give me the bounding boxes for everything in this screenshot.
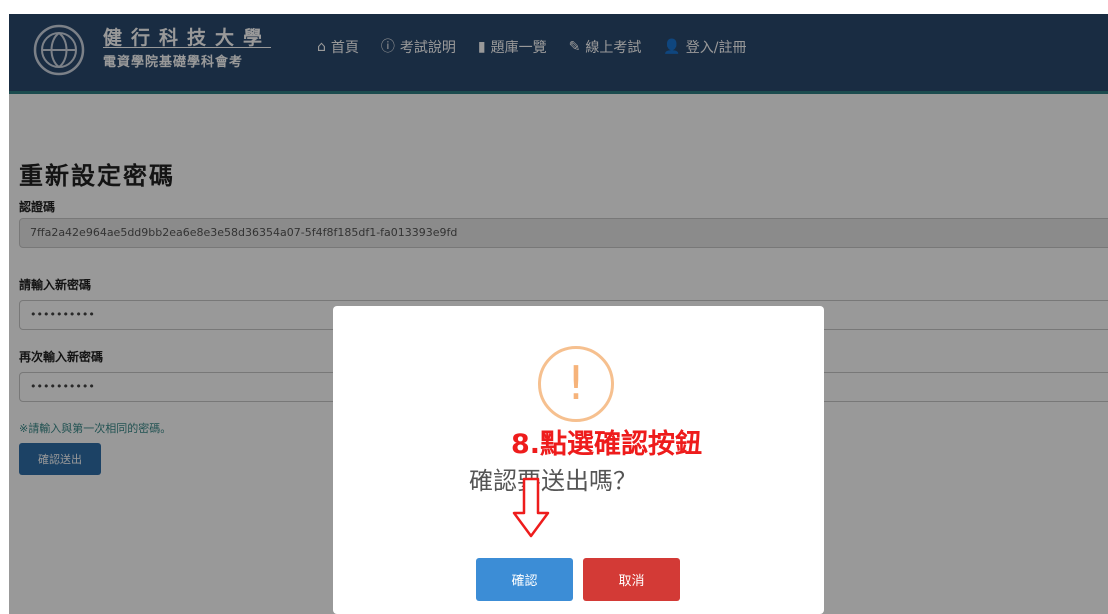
- confirm-dialog: ! 8.點選確認按鈕 確認要送出嗎？ 確認 取消: [333, 306, 824, 614]
- down-arrow-icon: [512, 477, 550, 538]
- step-annotation: 8.點選確認按鈕: [511, 429, 703, 460]
- app-frame: 健行科技大學 電資學院基礎學科會考 ⌂ 首頁 ⓘ 考試說明 ▮ 題庫一覽 ✎ 線…: [9, 14, 1108, 614]
- cancel-button[interactable]: 取消: [583, 558, 680, 601]
- warning-icon: !: [538, 346, 614, 422]
- confirm-button[interactable]: 確認: [476, 558, 573, 601]
- confirm-message: 確認要送出嗎？: [469, 467, 637, 495]
